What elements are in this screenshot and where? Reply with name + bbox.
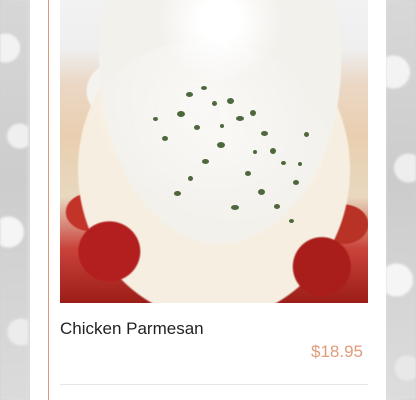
herb-sprinkle-icon [258, 189, 265, 195]
herb-sprinkle-icon [194, 125, 200, 130]
herb-sprinkle-icon [293, 180, 299, 185]
herb-sprinkle-icon [217, 142, 225, 148]
herb-sprinkle-icon [201, 86, 207, 90]
herb-sprinkle-icon [250, 110, 256, 116]
herb-sprinkle-icon [261, 131, 268, 136]
herb-sprinkle-icon [212, 101, 217, 106]
herb-sprinkle-icon [298, 162, 302, 166]
herb-sprinkle-icon [188, 176, 193, 181]
herb-sprinkle-icon [231, 205, 239, 210]
herb-sprinkle-icon [227, 98, 234, 104]
background-right [386, 0, 416, 400]
herb-sprinkle-icon [177, 111, 185, 117]
menu-item-image [60, 0, 368, 303]
herb-sprinkle-icon [270, 148, 276, 154]
menu-item-details: Chicken Parmesan $18.95 [60, 303, 368, 400]
card-accent-line [48, 0, 49, 400]
herb-sprinkle-icon [162, 136, 168, 141]
herb-sprinkle-icon [236, 116, 244, 121]
herb-sprinkle-icon [202, 159, 209, 164]
herb-sprinkle-icon [220, 124, 224, 128]
herb-sprinkle-icon [274, 204, 280, 209]
menu-item-card[interactable]: Chicken Parmesan $18.95 [30, 0, 386, 400]
herb-sprinkle-icon [304, 132, 309, 137]
herb-sprinkle-icon [153, 117, 158, 121]
herb-sprinkle-icon [245, 171, 251, 176]
herb-sprinkle-icon [281, 161, 286, 165]
cheese-highlight [94, 42, 326, 224]
herb-sprinkle-icon [174, 191, 181, 196]
card-divider [60, 384, 368, 385]
herb-sprinkle-icon [289, 219, 294, 223]
background-left [0, 0, 28, 400]
herb-sprinkle-icon [253, 150, 257, 154]
herb-sprinkle-icon [186, 92, 193, 97]
menu-item-title: Chicken Parmesan [60, 319, 204, 338]
menu-item-price: $18.95 [311, 342, 363, 361]
